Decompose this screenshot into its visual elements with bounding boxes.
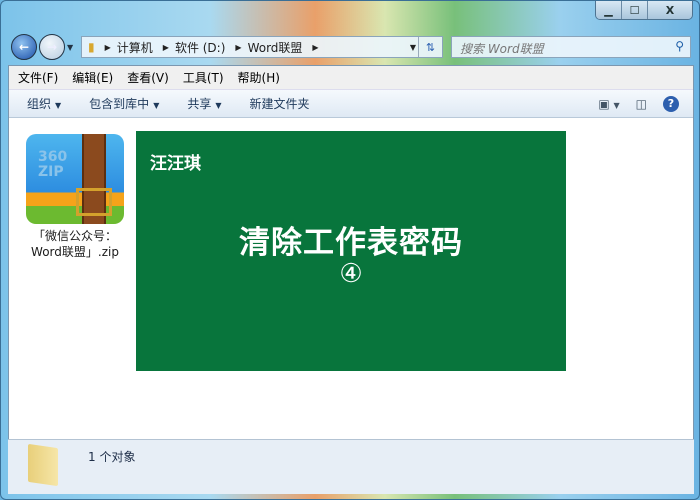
file-item-zip[interactable]: 360 ZIP 「微信公众号：Word联盟」.zip — [23, 134, 127, 260]
menu-edit[interactable]: 编辑(E) — [72, 69, 113, 86]
help-button[interactable]: ? — [663, 96, 679, 112]
menu-tools[interactable]: 工具(T) — [183, 69, 224, 86]
chevron-right-icon[interactable]: ▶ — [235, 43, 241, 52]
folder-icon: ▮ — [88, 40, 95, 54]
file-name: 「微信公众号：Word联盟」.zip — [31, 229, 119, 259]
view-controls: ▣ ▼ ◫ ? — [598, 96, 679, 112]
search-icon[interactable]: ⚲ — [675, 39, 684, 53]
organize-button[interactable]: 组织 ▼ — [27, 95, 61, 112]
close-button[interactable]: X — [648, 1, 692, 19]
forward-button[interactable]: → — [39, 34, 65, 60]
chevron-right-icon[interactable]: ▶ — [163, 43, 169, 52]
item-count: 1 个对象 — [88, 450, 136, 464]
chevron-right-icon[interactable]: ▶ — [105, 43, 111, 52]
preview-pane-button[interactable]: ◫ — [636, 97, 647, 111]
menu-file[interactable]: 文件(F) — [18, 69, 58, 86]
search-input[interactable]: 搜索 Word联盟 ⚲ — [451, 36, 691, 58]
breadcrumb-drive[interactable]: 软件 (D:) — [175, 39, 225, 56]
minimize-button[interactable]: ▁ — [596, 1, 622, 19]
details-pane: 1 个对象 — [8, 439, 694, 494]
change-view-button[interactable]: ▣ ▼ — [598, 97, 619, 111]
address-dropdown-icon[interactable]: ▼ — [410, 43, 416, 52]
preview-title: 清除工作表密码 — [239, 225, 463, 261]
search-placeholder: 搜索 Word联盟 — [460, 42, 544, 56]
breadcrumb-computer[interactable]: 计算机 — [117, 39, 153, 56]
content-area: 文件(F) 编辑(E) 查看(V) 工具(T) 帮助(H) 组织 ▼ 包含到库中 ▼… — [8, 65, 694, 494]
image-preview: 汪汪琪 清除工作表密码 ④ — [136, 131, 566, 371]
explorer-window: ▁ ☐ X ← → ▼ ▮ ▶ 计算机 ▶ 软件 (D:) ▶ Word联盟 ▶… — [0, 0, 700, 500]
preview-author: 汪汪琪 — [150, 154, 201, 174]
maximize-button[interactable]: ☐ — [622, 1, 648, 19]
preview-number: ④ — [339, 259, 363, 289]
command-bar: 组织 ▼ 包含到库中 ▼ 共享 ▼ 新建文件夹 — [9, 90, 693, 118]
zip-archive-icon: 360 ZIP — [26, 134, 124, 224]
chevron-right-icon[interactable]: ▶ — [312, 43, 318, 52]
refresh-button[interactable]: ⇅ — [418, 37, 442, 57]
folder-icon — [28, 443, 58, 487]
back-button[interactable]: ← — [11, 34, 37, 60]
menu-help[interactable]: 帮助(H) — [238, 69, 280, 86]
nav-buttons: ← → ▼ — [11, 34, 73, 60]
recent-pages-dropdown[interactable]: ▼ — [67, 43, 73, 52]
address-bar[interactable]: ▮ ▶ 计算机 ▶ 软件 (D:) ▶ Word联盟 ▶ ▼ ⇅ — [81, 36, 443, 58]
menu-view[interactable]: 查看(V) — [127, 69, 169, 86]
share-button[interactable]: 共享 ▼ — [187, 95, 221, 112]
menu-bar: 文件(F) 编辑(E) 查看(V) 工具(T) 帮助(H) — [9, 66, 693, 90]
new-folder-button[interactable]: 新建文件夹 — [250, 95, 310, 112]
include-in-library-button[interactable]: 包含到库中 ▼ — [89, 95, 159, 112]
window-controls: ▁ ☐ X — [595, 1, 693, 20]
breadcrumb-folder[interactable]: Word联盟 — [248, 39, 303, 56]
